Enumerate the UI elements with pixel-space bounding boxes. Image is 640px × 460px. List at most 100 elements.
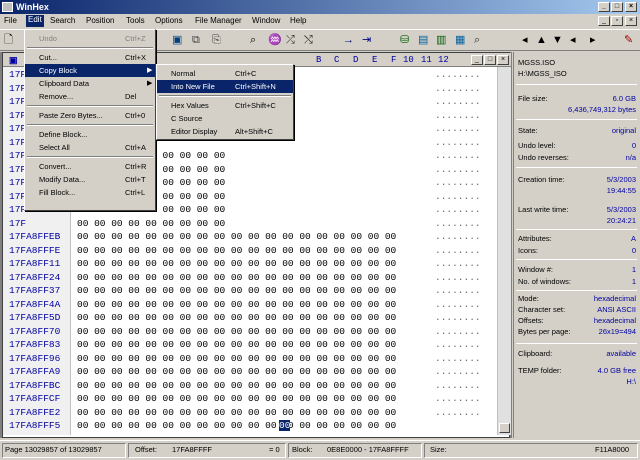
table-row[interactable]: 17F 00 00 00 00 00 00 00 00 00........ [3,218,511,231]
menu-window[interactable]: Window [252,16,280,25]
row-ascii[interactable]: ........ [435,177,481,188]
menu-item-select-all[interactable]: Select All Ctrl+A [25,141,155,154]
menu-item-paste-zero-bytes[interactable]: Paste Zero Bytes... Ctrl+0 [25,109,155,122]
table-row[interactable]: 17FA8FF4A 00 00 00 00 00 00 00 00 00 00 0… [3,299,511,312]
row-ascii[interactable]: ........ [435,366,481,377]
menu-item-hex-values[interactable]: Hex Values Ctrl+Shift+C [157,99,293,112]
replace-hex-icon[interactable]: ⤭ [304,34,313,46]
row-ascii[interactable]: ........ [435,191,481,202]
row-ascii[interactable]: ........ [435,83,481,94]
nav-up-icon[interactable]: ▲ [536,34,547,46]
menu-item-undo[interactable]: Undo Ctrl+Z [25,32,155,45]
row-ascii[interactable]: ........ [435,285,481,296]
nav-forward-icon[interactable]: ▸ [590,34,596,46]
analyze-icon[interactable]: ⌕ [474,34,480,46]
table-row[interactable]: 17FA8FF83 00 00 00 00 00 00 00 00 00 00 0… [3,339,511,352]
row-ascii[interactable]: ........ [435,258,481,269]
row-ascii[interactable]: ........ [435,299,481,310]
row-ascii[interactable]: ........ [435,150,481,161]
hash-icon[interactable]: ▦ [455,34,465,46]
find-hex-icon[interactable]: ♒ [268,34,282,46]
menu-item-editor-display[interactable]: Editor Display Alt+Shift+C [157,125,293,138]
row-ascii[interactable]: ........ [435,110,481,121]
row-bytes[interactable]: 00 00 00 00 00 00 00 00 00 00 00 00 00 0… [77,312,396,323]
ram-icon[interactable]: ▤ [418,34,428,46]
menu-search[interactable]: Search [50,16,75,25]
table-row[interactable]: 17FA8FF96 00 00 00 00 00 00 00 00 00 00 0… [3,353,511,366]
calc-icon[interactable]: ▥ [436,34,446,46]
paste-icon[interactable]: ⎘ [212,34,221,46]
table-row[interactable]: 17FA8FFCF 00 00 00 00 00 00 00 00 00 00 0… [3,393,511,406]
table-row[interactable]: 17FA8FFE2 00 00 00 00 00 00 00 00 00 00 0… [3,407,511,420]
doc-restore-button[interactable]: ▫ [611,16,623,26]
row-ascii[interactable]: ........ [435,326,481,337]
replace-icon[interactable]: ⤮ [286,34,295,46]
row-bytes[interactable]: 00 00 00 00 00 00 00 00 00 00 00 00 00 0… [77,407,396,418]
row-bytes[interactable]: 00 00 00 00 00 00 00 00 00 00 00 00 00 0… [77,231,396,242]
table-row[interactable]: 17FA8FFFE 00 00 00 00 00 00 00 00 00 00 0… [3,245,511,258]
row-bytes[interactable]: 00 00 00 00 00 00 00 00 00 [77,218,225,229]
menu-item-into-new-file[interactable]: Into New File Ctrl+Shift+N [157,80,293,93]
row-bytes[interactable]: 00 00 00 00 00 00 00 00 00 00 00 00 00 0… [77,393,396,404]
row-bytes[interactable]: 00 00 00 00 00 00 00 00 00 00 00 00 00 0… [77,299,396,310]
row-bytes[interactable]: 00 00 00 00 00 00 00 00 00 00 00 00 00 0… [77,258,396,269]
row-bytes[interactable]: 00 00 00 00 00 00 00 00 00 00 00 00 00 0… [77,245,396,256]
cursor-byte[interactable]: 00 [279,420,291,431]
menu-item-cut[interactable]: Cut... Ctrl+X [25,51,155,64]
row-ascii[interactable]: ........ [435,272,481,283]
row-ascii[interactable]: ........ [435,137,481,148]
doc-close-button[interactable]: × [625,16,637,26]
minimize-button[interactable]: _ [598,2,610,12]
row-bytes[interactable]: 00 00 00 00 00 00 00 00 00 00 00 00 00 0… [77,353,396,364]
menu-item-clipboard-data[interactable]: Clipboard Data ▶ [25,77,155,90]
row-ascii[interactable]: ........ [435,96,481,107]
menu-item-define-block[interactable]: Define Block... [25,128,155,141]
row-ascii[interactable]: ........ [435,339,481,350]
row-ascii[interactable]: ........ [435,164,481,175]
close-button[interactable]: × [625,2,637,12]
row-ascii[interactable]: ........ [435,245,481,256]
menu-file[interactable]: File [4,16,17,25]
disk-tool-icon[interactable]: ⛁ [400,34,409,46]
row-ascii[interactable]: ........ [435,312,481,323]
nav-left-icon[interactable]: ◂ [522,34,528,46]
menu-tools[interactable]: Tools [126,16,145,25]
menu-options[interactable]: Options [155,16,183,25]
menu-item-convert[interactable]: Convert... Ctrl+R [25,160,155,173]
binoculars-icon[interactable]: ⌕ [250,34,256,46]
table-row[interactable]: 17FA8FFF5 00 00 00 00 00 00 00 00 00 00 0… [3,420,511,433]
scroll-thumb[interactable] [499,423,510,433]
row-ascii[interactable]: ........ [435,69,481,80]
goto-offset-icon[interactable]: → [343,34,354,46]
menu-position[interactable]: Position [86,16,114,25]
row-bytes[interactable]: 00 00 00 00 00 00 00 00 00 00 00 00 00 0… [77,339,396,350]
row-ascii[interactable]: ........ [435,218,481,229]
vertical-scrollbar[interactable] [497,67,511,435]
hex-minimize-button[interactable]: _ [471,55,483,65]
nav-down-icon[interactable]: ▼ [552,34,563,46]
hex-close-button[interactable]: × [497,55,509,65]
paint-icon[interactable]: ✎ [624,34,633,46]
menu-help[interactable]: Help [290,16,306,25]
table-row[interactable]: 17FA8FFBC 00 00 00 00 00 00 00 00 00 00 0… [3,380,511,393]
menu-file-manager[interactable]: File Manager [195,16,242,25]
table-row[interactable]: 17FA8FFEB 00 00 00 00 00 00 00 00 00 00 0… [3,231,511,244]
row-bytes[interactable]: 00 00 00 00 00 00 00 00 00 00 00 00 00 0… [77,272,396,283]
doc-minimize-button[interactable]: _ [598,16,610,26]
row-ascii[interactable]: ........ [435,231,481,242]
row-ascii[interactable]: ........ [435,123,481,134]
row-bytes[interactable]: 00 00 00 00 00 00 00 00 00 00 00 00 00 0… [77,420,396,431]
row-ascii[interactable]: ........ [435,393,481,404]
menu-item-normal[interactable]: Normal Ctrl+C [157,67,293,80]
copy-icon[interactable]: ⧉ [192,34,200,46]
disk-icon[interactable]: ▣ [172,34,182,46]
goto-sector-icon[interactable]: ⇥ [362,34,371,46]
row-ascii[interactable]: ........ [435,353,481,364]
row-ascii[interactable]: ........ [435,380,481,391]
table-row[interactable]: 17FA8FF37 00 00 00 00 00 00 00 00 00 00 0… [3,285,511,298]
table-row[interactable]: 17FA8FFA9 00 00 00 00 00 00 00 00 00 00 0… [3,366,511,379]
menu-item-modify-data[interactable]: Modify Data... Ctrl+T [25,173,155,186]
table-row[interactable]: 17FA8FF11 00 00 00 00 00 00 00 00 00 00 0… [3,258,511,271]
table-row[interactable]: 17FA8FF24 00 00 00 00 00 00 00 00 00 00 0… [3,272,511,285]
menu-item-fill-block[interactable]: Fill Block... Ctrl+L [25,186,155,199]
